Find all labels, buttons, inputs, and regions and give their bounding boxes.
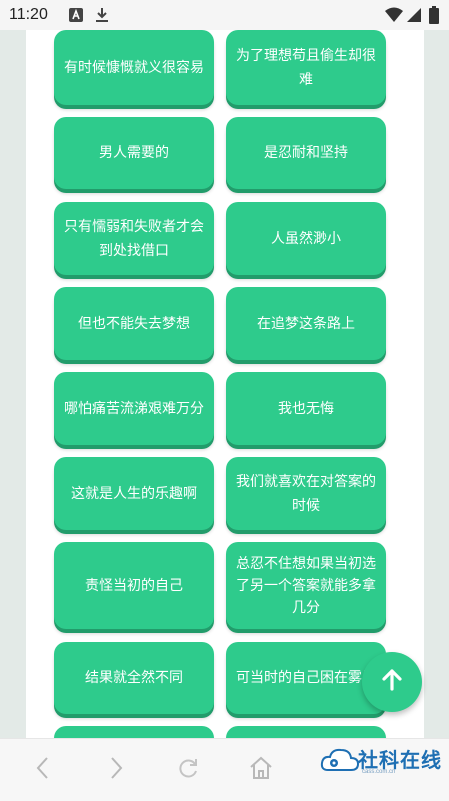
watermark-subtext: cass.com.cn: [362, 769, 396, 775]
phrase-card[interactable]: 为了理想苟且偷生却很难: [226, 30, 386, 105]
phrase-text: 只有懦弱和失败者才会到处找借口: [64, 218, 204, 259]
phrase-text: 人虽然渺小: [271, 230, 341, 247]
phrase-text: 可当时的自己困在雾里: [236, 670, 376, 686]
forward-button[interactable]: [101, 755, 131, 785]
home-icon: [248, 756, 274, 784]
download-icon: [94, 7, 110, 27]
phrase-card[interactable]: 有时候慷慨就义很容易: [54, 30, 214, 105]
phrase-grid[interactable]: 有时候慷慨就义很容易 为了理想苟且偷生却很难 男人需要的 是忍耐和坚持 只有懦弱…: [26, 30, 424, 738]
phrase-text: 这就是人生的乐趣啊: [71, 485, 197, 502]
phrase-card[interactable]: 责怪当初的自己: [54, 542, 214, 629]
phrase-card[interactable]: [226, 726, 386, 738]
phrase-text: 结果就全然不同: [85, 670, 183, 686]
phrase-card[interactable]: 总忍不住想如果当初选了另一个答案就能多拿几分: [226, 542, 386, 629]
cloud-logo-icon: [320, 748, 360, 771]
phrase-card[interactable]: 我也无悔: [226, 372, 386, 445]
phrase-card[interactable]: 结果就全然不同: [54, 642, 214, 714]
back-icon: [35, 756, 51, 784]
forward-icon: [108, 756, 124, 784]
phrase-text: 为了理想苟且偷生却很难: [236, 47, 376, 88]
phrase-text: 是忍耐和坚持: [264, 145, 348, 161]
phrase-text: 男人需要的: [99, 145, 169, 161]
signal-icon: [406, 7, 422, 27]
phrase-text: 有时候慷慨就义很容易: [64, 59, 204, 76]
phrase-card[interactable]: 人虽然渺小: [226, 202, 386, 275]
phrase-card[interactable]: 哪怕痛苦流涕艰难万分: [54, 372, 214, 445]
phrase-card[interactable]: 是忍耐和坚持: [226, 117, 386, 189]
phrase-text: 在追梦这条路上: [257, 315, 355, 332]
phrase-card[interactable]: 这就是人生的乐趣啊: [54, 457, 214, 530]
refresh-icon: [176, 756, 200, 784]
home-button[interactable]: [246, 755, 276, 785]
phrase-card[interactable]: 在追梦这条路上: [226, 287, 386, 360]
status-bar: 11:20: [0, 0, 449, 30]
phrase-text: 责怪当初的自己: [85, 577, 183, 594]
phrase-text: 总忍不住想如果当初选了另一个答案就能多拿几分: [236, 555, 376, 616]
phrase-card[interactable]: 只有懦弱和失败者才会到处找借口: [54, 202, 214, 275]
phrase-card[interactable]: 男人需要的: [54, 117, 214, 189]
page-margin-left: [0, 30, 26, 738]
phrase-card[interactable]: 我们就喜欢在对答案的时候: [226, 457, 386, 530]
phrase-text: 我们就喜欢在对答案的时候: [236, 473, 376, 514]
phrase-card[interactable]: 但也不能失去梦想: [54, 287, 214, 360]
a-box-icon: [68, 7, 84, 27]
refresh-button[interactable]: [173, 755, 203, 785]
status-time: 11:20: [9, 6, 48, 23]
scroll-top-button[interactable]: [362, 652, 422, 712]
arrow-up-icon: [379, 667, 405, 697]
phrase-text: 我也无悔: [278, 400, 334, 417]
page-margin-right: [424, 30, 449, 738]
battery-icon: [429, 6, 439, 28]
phrase-text: 但也不能失去梦想: [78, 315, 190, 332]
phrase-card[interactable]: [54, 726, 214, 738]
back-button[interactable]: [28, 755, 58, 785]
phrase-text: 哪怕痛苦流涕艰难万分: [64, 400, 204, 417]
wifi-icon: [385, 7, 403, 27]
